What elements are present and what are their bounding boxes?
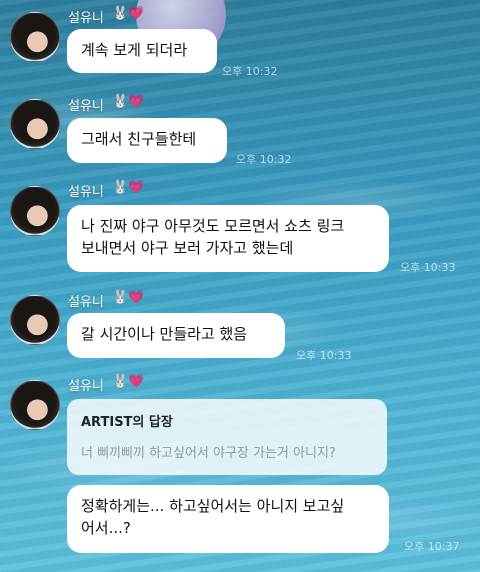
reply-quoted-text: 너 삐끼삐끼 하고싶어서 야구장 가는거 아니지?: [81, 446, 336, 461]
avatar[interactable]: [10, 186, 60, 236]
message-bubble[interactable]: 갈 시간이나 만들라고 했음: [67, 313, 285, 358]
bunny-heart-icon: 🐰💗: [112, 374, 145, 389]
message-bubble[interactable]: 그래서 친구들한테: [67, 118, 227, 163]
reply-quote-card[interactable]: ARTIST의 답장 너 삐끼삐끼 하고싶어서 야구장 가는거 아니지?: [67, 399, 387, 475]
message-time: 오후 10:32: [236, 153, 292, 166]
message-time: 오후 10:33: [296, 349, 352, 362]
message-bubble[interactable]: 나 진짜 야구 아무것도 모르면서 쇼츠 링크 보내면서 야구 보러 가자고 했…: [67, 205, 389, 272]
sender-name: 설유니: [68, 295, 104, 310]
bunny-heart-icon: 🐰💗: [112, 6, 145, 21]
message-time: 오후 10:33: [400, 261, 456, 274]
bunny-heart-icon: 🐰💗: [112, 94, 145, 109]
sender-name: 설유니: [68, 185, 104, 200]
message-time: 오후 10:32: [222, 65, 278, 78]
message-bubble[interactable]: 계속 보게 되더라: [67, 29, 217, 73]
sender-name: 설유니: [68, 99, 104, 114]
bunny-heart-icon: 🐰💗: [112, 290, 145, 305]
avatar[interactable]: [10, 99, 60, 149]
message-time: 오후 10:37: [404, 540, 460, 553]
sender-name: 설유니: [68, 11, 104, 26]
reply-title: ARTIST의 답장: [81, 415, 173, 430]
avatar[interactable]: [10, 380, 60, 430]
avatar[interactable]: [10, 295, 60, 345]
sender-name: 설유니: [68, 379, 104, 394]
avatar[interactable]: [10, 12, 60, 62]
reply-message-bubble[interactable]: 정확하게는... 하고싶어서는 아니지 보고싶 어서...?: [67, 485, 389, 553]
bunny-heart-icon: 🐰💗: [112, 180, 145, 195]
